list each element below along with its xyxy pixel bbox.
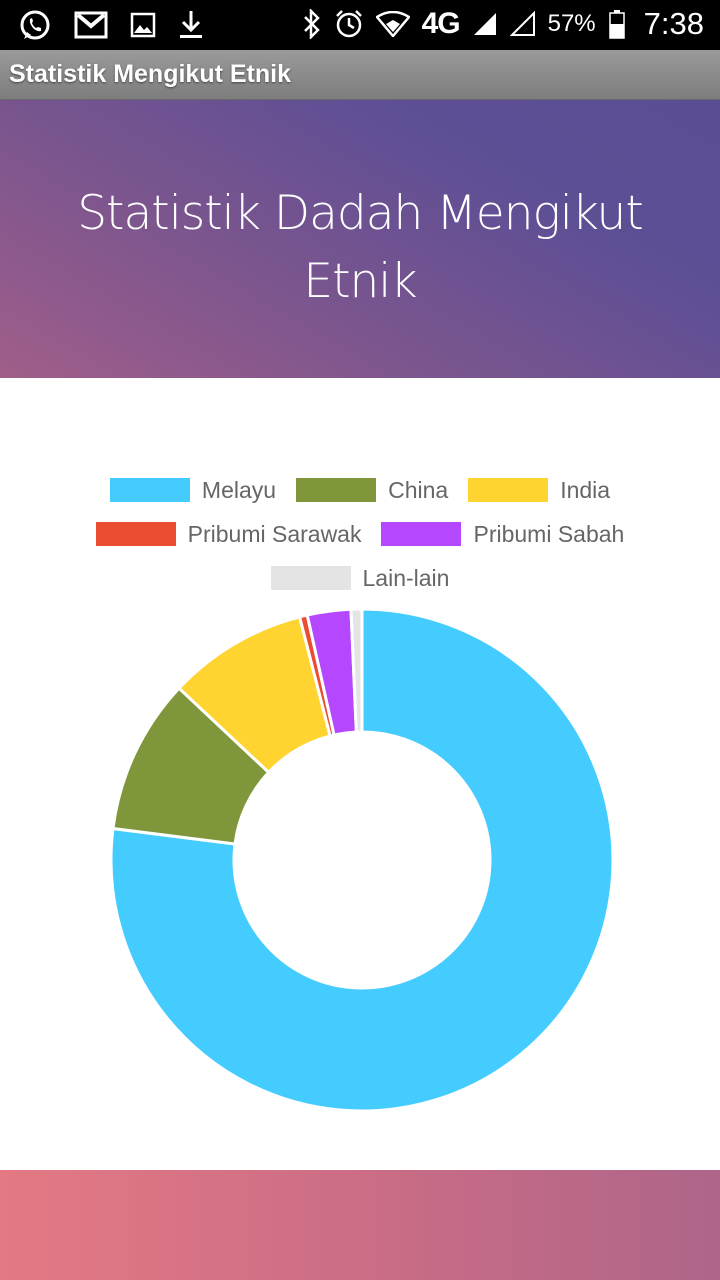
battery-icon	[608, 9, 626, 39]
gallery-icon	[130, 12, 156, 38]
legend-item[interactable]: China	[296, 477, 448, 504]
alarm-icon	[334, 9, 364, 39]
gmail-icon	[74, 10, 108, 40]
bottom-banner	[0, 1170, 720, 1280]
network-type: 4G	[421, 7, 461, 40]
legend-label: Lain-lain	[362, 564, 450, 591]
legend-swatch	[95, 522, 176, 546]
legend-swatch	[296, 478, 377, 502]
action-bar: Statistik Mengikut Etnik	[0, 50, 720, 100]
legend-label: Pribumi Sarawak	[187, 520, 362, 547]
whatsapp-icon	[18, 8, 52, 42]
page-title: Statistik Dadah Mengikut Etnik	[77, 186, 644, 309]
notification-icons	[18, 8, 204, 42]
legend-item[interactable]: Melayu	[109, 476, 277, 504]
wifi-icon	[375, 11, 410, 37]
legend-swatch	[109, 478, 190, 502]
signal-icon	[472, 11, 498, 37]
chart-container: Melayu China India Pribumi Sarawak Pribumi S…	[0, 378, 720, 1170]
status-bar: 4G 57% 7:38	[0, 0, 720, 50]
chart-legend: Melayu China India Pribumi Sarawak Pribumi S…	[0, 468, 720, 600]
legend-label: China	[388, 476, 449, 503]
legend-item[interactable]: Pribumi Sabah	[381, 521, 624, 548]
system-icons: 4G 57% 7:38	[302, 6, 704, 42]
legend-swatch	[270, 566, 351, 590]
legend-swatch	[468, 478, 549, 502]
legend-row: Pribumi Sarawak Pribumi Sabah	[0, 512, 720, 556]
legend-item[interactable]: Lain-lain	[270, 564, 450, 592]
legend-item[interactable]: Pribumi Sarawak	[95, 520, 362, 548]
legend-row: Lain-lain	[0, 556, 720, 600]
hero-banner: Statistik Dadah Mengikut Etnik	[0, 100, 720, 378]
legend-row: Melayu China India	[0, 468, 720, 512]
legend-label: India	[560, 476, 611, 503]
legend-swatch	[381, 522, 462, 546]
app-title: Statistik Mengikut Etnik	[9, 60, 291, 88]
bluetooth-icon	[302, 9, 322, 39]
signal-empty-icon	[509, 11, 536, 37]
clock: 7:38	[643, 6, 704, 41]
legend-item[interactable]: India	[468, 477, 610, 504]
legend-label: Pribumi Sabah	[473, 520, 625, 547]
download-icon	[178, 9, 204, 41]
legend-label: Melayu	[201, 476, 277, 503]
battery-percentage: 57%	[547, 10, 596, 37]
